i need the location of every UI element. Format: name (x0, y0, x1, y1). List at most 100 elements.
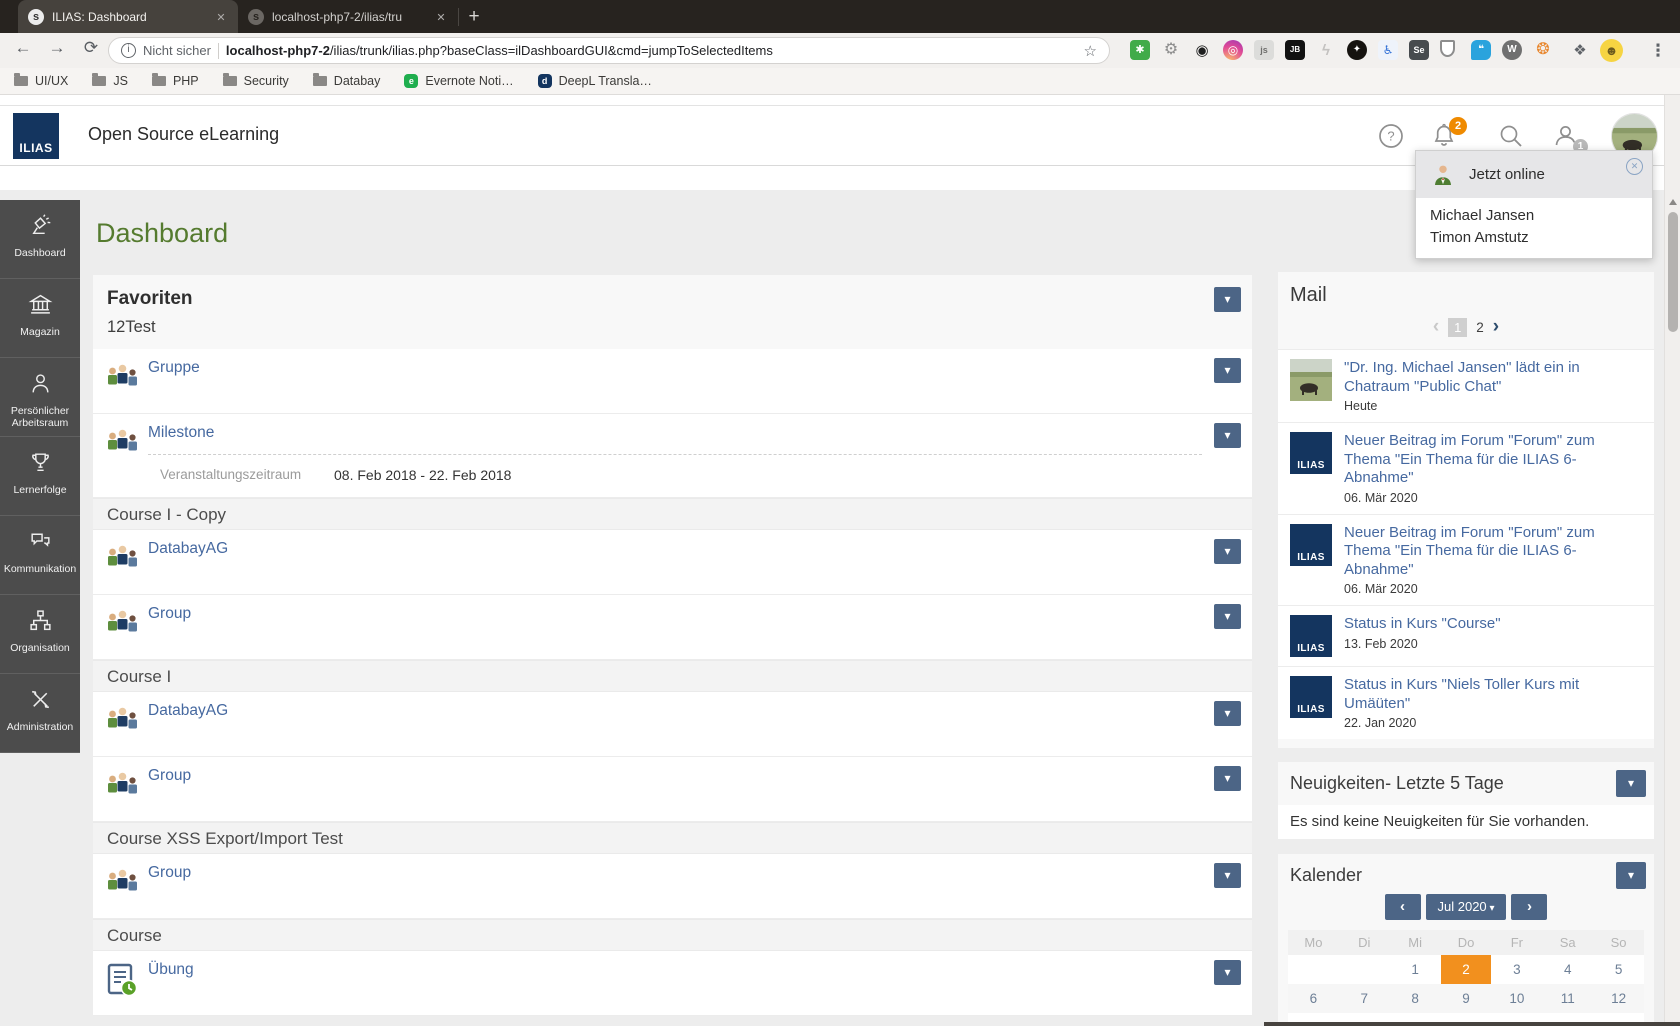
help-button[interactable]: ? (1377, 122, 1405, 150)
calendar-panel-dropdown[interactable] (1616, 862, 1646, 889)
mail-item[interactable]: "Dr. Ing. Michael Jansen" lädt ein in Ch… (1278, 349, 1654, 422)
eye-icon[interactable]: ◉ (1192, 40, 1212, 60)
menu-dots-icon[interactable]: ⋮ (1648, 40, 1668, 60)
favorite-item-link[interactable]: Group (148, 864, 191, 882)
search-button[interactable] (1497, 122, 1525, 150)
favorite-item-link[interactable]: DatabayAG (148, 540, 228, 558)
new-tab-button[interactable] (459, 3, 489, 33)
item-actions-dropdown[interactable] (1214, 604, 1241, 629)
calendar-day-cell[interactable]: 7 (1339, 984, 1390, 1013)
item-actions-dropdown[interactable] (1214, 539, 1241, 564)
lightning-icon[interactable]: ϟ (1316, 40, 1336, 60)
bookmark-item[interactable]: JS (92, 73, 128, 88)
pagination-prev-icon[interactable] (1433, 316, 1439, 338)
bookmark-item[interactable]: PHP (151, 73, 199, 88)
flame-icon[interactable]: ✦ (1347, 40, 1367, 60)
popup-close-icon[interactable] (1626, 158, 1643, 175)
calendar-day-cell[interactable]: 12 (1593, 984, 1644, 1013)
js-puzzle-icon[interactable]: js (1254, 40, 1274, 60)
scrollbar-thumb[interactable] (1668, 212, 1678, 332)
favorite-item-link[interactable]: Group (148, 767, 191, 785)
sidebar-item-lernerfolge[interactable]: Lernerfolge (0, 437, 80, 516)
calendar-day-cell[interactable]: 3 (1491, 955, 1542, 984)
browser-tab[interactable]: s ILIAS: Dashboard (18, 0, 238, 33)
mail-item-link[interactable]: Status in Kurs "Course" (1344, 615, 1501, 634)
page-scrollbar[interactable] (1664, 95, 1680, 1026)
calendar-month-dropdown[interactable]: Jul 2020 (1425, 894, 1507, 920)
news-panel-dropdown[interactable] (1616, 770, 1646, 797)
wappalyzer-icon[interactable]: ✱ (1130, 40, 1150, 60)
sidebar-item-administration[interactable]: Administration (0, 674, 80, 753)
ilias-logo[interactable]: ILIAS (13, 113, 59, 159)
scrollbar-up-arrow[interactable] (1669, 199, 1677, 205)
extensions-puzzle-icon[interactable]: ❖ (1570, 40, 1590, 60)
calendar-day-cell[interactable]: 8 (1390, 984, 1441, 1013)
notifications-bell-button[interactable]: 2 (1430, 117, 1467, 150)
sidebar-item-pers-nlicher-arbeitsraum[interactable]: Persönlicher Arbeitsraum (0, 358, 80, 437)
item-actions-dropdown[interactable] (1214, 766, 1241, 791)
favorite-item-link[interactable]: DatabayAG (148, 702, 228, 720)
selenium-icon[interactable]: Se (1409, 40, 1429, 60)
site-info-icon[interactable] (121, 43, 136, 58)
favorite-item-link[interactable]: Gruppe (148, 359, 200, 377)
calendar-day-cell[interactable]: 5 (1593, 955, 1644, 984)
sidebar-item-dashboard[interactable]: Dashboard (0, 200, 80, 279)
contacts-button[interactable]: 1 (1552, 122, 1588, 154)
sidebar-item-organisation[interactable]: Organisation (0, 595, 80, 674)
forward-button[interactable] (44, 38, 70, 58)
accessibility-icon[interactable]: ♿ (1378, 40, 1398, 60)
calendar-day-cell[interactable]: 9 (1441, 984, 1492, 1013)
sidebar-item-magazin[interactable]: Magazin (0, 279, 80, 358)
online-user-link[interactable]: Michael Jansen (1430, 205, 1638, 227)
bird-icon[interactable]: ❂ (1533, 40, 1553, 60)
camera-icon[interactable]: ◎ (1223, 40, 1243, 60)
mail-item-link[interactable]: Neuer Beitrag im Forum "Forum" zum Thema… (1344, 432, 1642, 488)
bookmark-item[interactable]: UI/UX (14, 73, 68, 88)
bookmark-item[interactable]: d DeepL Transla… (537, 74, 652, 88)
calendar-prev-button[interactable] (1384, 894, 1421, 920)
sidebar-item-kommunikation[interactable]: Kommunikation (0, 516, 80, 595)
reload-button[interactable] (78, 38, 104, 58)
chat-bubble-icon[interactable]: ❝ (1471, 40, 1491, 60)
bookmark-item[interactable]: e Evernote Noti… (404, 74, 514, 88)
browser-avatar-icon[interactable]: ☻ (1600, 39, 1623, 62)
mail-item[interactable]: ILIAS Neuer Beitrag im Forum "Forum" zum… (1278, 513, 1654, 605)
back-button[interactable] (10, 38, 36, 58)
pagination-page-1[interactable]: 1 (1448, 317, 1468, 337)
w-wave-icon[interactable]: W (1502, 40, 1522, 60)
browser-tab[interactable]: s localhost-php7-2/ilias/tru (238, 0, 458, 33)
mail-item-link[interactable]: Status in Kurs "Niels Toller Kurs mit Um… (1344, 676, 1642, 713)
item-actions-dropdown[interactable] (1214, 423, 1241, 448)
mail-item[interactable]: ILIAS Status in Kurs "Niels Toller Kurs … (1278, 666, 1654, 739)
favorites-panel-dropdown[interactable] (1214, 287, 1241, 312)
mail-item-link[interactable]: "Dr. Ing. Michael Jansen" lädt ein in Ch… (1344, 359, 1642, 396)
calendar-day-cell[interactable]: 11 (1542, 984, 1593, 1013)
calendar-day-cell[interactable]: 1 (1390, 955, 1441, 984)
favorite-item-link[interactable]: Group (148, 605, 191, 623)
jetbrains-icon[interactable]: JB (1285, 40, 1305, 60)
calendar-day-cell[interactable]: 6 (1288, 984, 1339, 1013)
online-user-link[interactable]: Timon Amstutz (1430, 227, 1638, 249)
mail-item[interactable]: ILIAS Neuer Beitrag im Forum "Forum" zum… (1278, 422, 1654, 514)
shield-icon[interactable] (1440, 40, 1455, 57)
tab-close-icon[interactable] (434, 10, 448, 24)
item-actions-dropdown[interactable] (1214, 863, 1241, 888)
calendar-day-cell[interactable]: 4 (1542, 955, 1593, 984)
mail-item[interactable]: ILIAS Status in Kurs "Course" 13. Feb 20… (1278, 605, 1654, 666)
tab-close-icon[interactable] (214, 10, 228, 24)
mail-item-link[interactable]: Neuer Beitrag im Forum "Forum" zum Thema… (1344, 524, 1642, 580)
calendar-next-button[interactable] (1511, 894, 1548, 920)
item-actions-dropdown[interactable] (1214, 960, 1241, 985)
item-actions-dropdown[interactable] (1214, 701, 1241, 726)
calendar-selected-day[interactable]: 2 (1440, 955, 1492, 984)
bookmark-item[interactable]: Security (222, 73, 289, 88)
bookmark-item[interactable]: Databay (312, 73, 380, 88)
item-actions-dropdown[interactable] (1214, 358, 1241, 383)
calendar-day-cell[interactable]: 10 (1491, 984, 1542, 1013)
address-bar[interactable]: Nicht sicher localhost-php7-2/ilias/trun… (108, 37, 1110, 64)
favorite-item-link[interactable]: Milestone (148, 424, 214, 442)
bookmark-star-icon[interactable] (1084, 42, 1097, 60)
pagination-page-2[interactable]: 2 (1476, 320, 1484, 335)
gear-icon[interactable]: ⚙ (1161, 40, 1181, 60)
favorite-item-link[interactable]: Übung (148, 961, 194, 979)
